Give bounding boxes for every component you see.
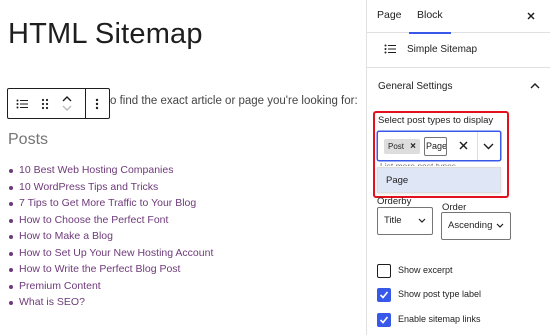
post-link[interactable]: How to Choose the Perfect Font xyxy=(9,212,213,229)
block-card: Simple Sitemap xyxy=(367,33,550,68)
chevron-up-icon xyxy=(530,83,540,89)
show-excerpt-label: Show excerpt xyxy=(398,265,453,275)
editor-canvas: HTML Sitemap o find the exact article or… xyxy=(0,0,366,335)
order-value: Ascending xyxy=(448,220,493,231)
block-type-button[interactable] xyxy=(8,89,35,118)
more-options-button[interactable] xyxy=(86,89,110,118)
show-post-type-label-checkbox[interactable] xyxy=(377,288,391,302)
list-icon xyxy=(16,99,28,108)
show-post-type-label-label: Show post type label xyxy=(398,289,482,299)
chevron-down-icon xyxy=(496,223,504,228)
general-settings-panel-toggle[interactable]: General Settings xyxy=(367,68,550,103)
move-buttons xyxy=(55,89,79,118)
sidebar-tabs: Page Block xyxy=(367,0,550,34)
move-up-icon[interactable] xyxy=(62,95,72,102)
tab-block[interactable]: Block xyxy=(409,0,451,34)
chevron-down-icon xyxy=(418,218,426,223)
enable-sitemap-links-label: Enable sitemap links xyxy=(398,314,481,324)
checkmark-icon xyxy=(379,291,389,299)
orderby-label: Orderby xyxy=(377,196,412,207)
orderby-value: Title xyxy=(384,215,402,226)
more-vertical-icon xyxy=(96,98,99,109)
post-link[interactable]: Premium Content xyxy=(9,278,213,295)
panel-title: General Settings xyxy=(378,81,453,92)
drag-handle[interactable] xyxy=(35,89,55,118)
post-link[interactable]: 10 Best Web Hosting Companies xyxy=(9,162,213,179)
posts-heading: Posts xyxy=(8,131,49,148)
block-name: Simple Sitemap xyxy=(407,44,478,55)
drag-handle-icon xyxy=(42,98,49,109)
tab-page[interactable]: Page xyxy=(377,0,402,33)
sitemap-post-list: 10 Best Web Hosting Companies 10 WordPre… xyxy=(9,162,213,311)
post-link[interactable]: How to Set Up Your New Hosting Account xyxy=(9,245,213,262)
move-down-icon[interactable] xyxy=(62,105,72,112)
post-link[interactable]: 10 WordPress Tips and Tricks xyxy=(9,179,213,196)
checkmark-icon xyxy=(379,316,389,324)
order-select[interactable]: Ascending xyxy=(441,212,511,240)
highlight-annotation-box xyxy=(373,111,509,198)
enable-sitemap-links-checkbox[interactable] xyxy=(377,313,391,327)
show-excerpt-checkbox[interactable] xyxy=(377,264,391,278)
list-icon xyxy=(384,44,396,54)
post-link[interactable]: What is SEO? xyxy=(9,294,213,311)
block-toolbar xyxy=(7,88,110,119)
orderby-select[interactable]: Title xyxy=(377,207,433,235)
intro-paragraph[interactable]: o find the exact article or page you're … xyxy=(110,95,358,107)
close-icon[interactable] xyxy=(526,11,536,21)
post-link[interactable]: How to Write the Perfect Blog Post xyxy=(9,261,213,278)
post-link[interactable]: 7 Tips to Get More Traffic to Your Blog xyxy=(9,195,213,212)
page-title[interactable]: HTML Sitemap xyxy=(8,18,203,51)
post-link[interactable]: How to Make a Blog xyxy=(9,228,213,245)
